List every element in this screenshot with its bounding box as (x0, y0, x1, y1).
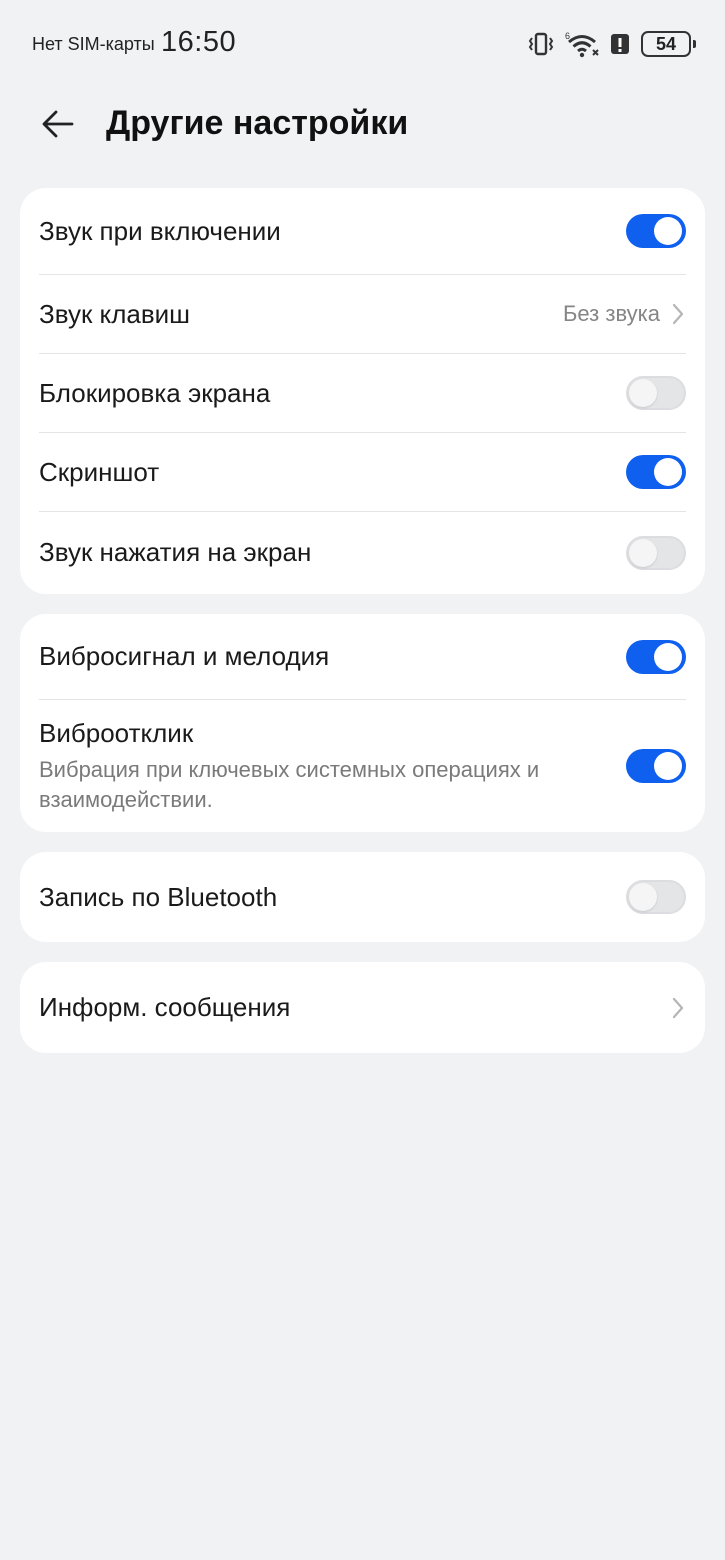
screen-lock-toggle[interactable] (626, 376, 686, 410)
status-icons: 6 54 (527, 28, 696, 60)
setting-label: Виброотклик (39, 717, 194, 748)
bluetooth-recording-toggle[interactable] (626, 880, 686, 914)
key-sound-value: Без звука (562, 301, 660, 326)
setting-description: Вибрация при ключевых системных операция… (39, 756, 540, 812)
battery-saver-alert-icon (609, 30, 631, 58)
setting-label: Звук клавиш (39, 298, 191, 329)
settings-group-vibration: Вибросигнал и мелодия Виброотклик Вибрац… (20, 614, 705, 832)
battery-level: 54 (655, 33, 677, 54)
vibrate-icon (527, 30, 555, 58)
setting-label: Звук нажатия на экран (39, 537, 312, 567)
status-clock: 16:50 (161, 26, 237, 58)
setting-row-screen-lock[interactable]: Блокировка экрана (39, 353, 686, 432)
setting-row-startup-sound[interactable]: Звук при включении (39, 188, 686, 274)
screenshot-toggle[interactable] (626, 455, 686, 489)
chevron-right-icon (670, 301, 686, 327)
setting-row-key-sound[interactable]: Звук клавиш Без звука (39, 274, 686, 353)
status-bar: Нет SIM-карты 16:50 6 54 (0, 0, 725, 86)
touch-sound-toggle[interactable] (626, 535, 686, 570)
arrow-left-icon (40, 106, 76, 147)
setting-label: Запись по Bluetooth (39, 881, 278, 912)
setting-label: Блокировка экрана (39, 377, 271, 408)
wifi-6-icon: 6 (565, 30, 599, 58)
svg-text:6: 6 (565, 31, 570, 41)
battery-icon: 54 (641, 31, 696, 57)
startup-sound-toggle[interactable] (626, 214, 686, 248)
setting-row-vibrate-ring[interactable]: Вибросигнал и мелодия (39, 614, 686, 699)
setting-row-screenshot[interactable]: Скриншот (39, 432, 686, 511)
setting-label: Информ. сообщения (39, 992, 291, 1022)
setting-row-info-messages[interactable]: Информ. сообщения (39, 962, 686, 1053)
settings-group-bluetooth: Запись по Bluetooth (20, 852, 705, 942)
back-button[interactable] (34, 102, 82, 150)
page-title: Другие настройки (106, 104, 409, 142)
carrier-label: Нет SIM-карты (32, 34, 155, 54)
page-header: Другие настройки (0, 86, 725, 162)
setting-label: Вибросигнал и мелодия (39, 641, 330, 671)
setting-row-bluetooth-recording[interactable]: Запись по Bluetooth (39, 852, 686, 942)
settings-group-sounds: Звук при включении Звук клавиш Без звука… (20, 188, 705, 594)
settings-group-info: Информ. сообщения (20, 962, 705, 1053)
setting-label: Звук при включении (39, 215, 281, 246)
chevron-right-icon (670, 995, 686, 1021)
setting-row-touch-sound[interactable]: Звук нажатия на экран (39, 511, 686, 593)
setting-label: Скриншот (39, 456, 160, 487)
vibrate-ring-toggle[interactable] (626, 639, 686, 674)
setting-row-haptic-feedback[interactable]: Виброотклик Вибрация при ключевых систем… (39, 699, 686, 832)
haptic-feedback-toggle[interactable] (626, 749, 686, 783)
